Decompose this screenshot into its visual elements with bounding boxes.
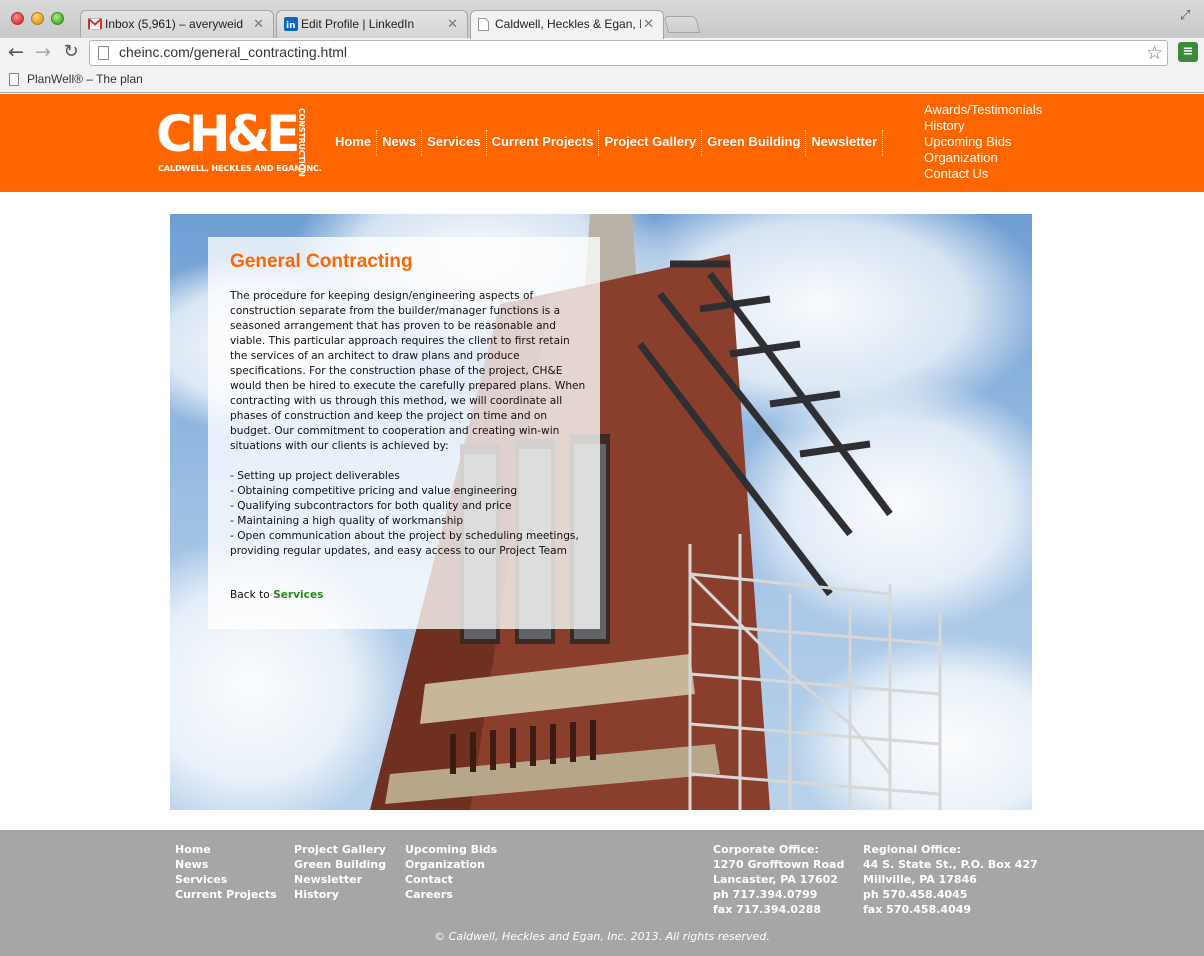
fax-number: fax 570.458.4049 xyxy=(863,903,972,916)
back-arrow-icon[interactable]: ← xyxy=(5,41,27,63)
page-title: General Contracting xyxy=(230,251,413,272)
linkedin-icon: in xyxy=(284,17,298,31)
new-tab-button[interactable] xyxy=(663,16,701,33)
list-item: - Qualifying subcontractors for both qua… xyxy=(230,500,512,512)
tab-close-icon[interactable]: ✕ xyxy=(643,16,654,32)
address-heading: Regional Office: xyxy=(863,843,961,856)
footer-link-green-building[interactable]: Green Building xyxy=(294,857,386,872)
footer-link-news[interactable]: News xyxy=(175,857,277,872)
regional-office-address: Regional Office: 44 S. State St., P.O. B… xyxy=(863,842,1038,917)
logo-mark: CH&E xyxy=(156,105,300,163)
phone-number: ph 570.458.4045 xyxy=(863,888,968,901)
site-footer: Home News Services Current Projects Proj… xyxy=(0,830,1204,956)
page-icon xyxy=(98,46,109,60)
nav-history[interactable]: History xyxy=(924,118,1042,134)
url-text[interactable]: cheinc.com/general_contracting.html xyxy=(119,44,347,60)
content-panel: General Contracting The procedure for ke… xyxy=(208,237,600,629)
page-icon xyxy=(478,18,489,31)
tab-title: Edit Profile | LinkedIn xyxy=(301,17,415,31)
tab-close-icon[interactable]: ✕ xyxy=(447,16,458,32)
browser-tabstrip: Inbox (5,961) – averyweid ✕ in Edit Prof… xyxy=(0,0,1204,39)
nav-project-gallery[interactable]: Project Gallery xyxy=(599,130,703,156)
window-close-button[interactable] xyxy=(11,12,24,25)
services-link[interactable]: Services xyxy=(273,589,323,601)
forward-arrow-icon[interactable]: → xyxy=(32,41,54,63)
bookmark-star-icon[interactable]: ☆ xyxy=(1146,42,1163,64)
list-item: - Maintaining a high quality of workmans… xyxy=(230,515,464,527)
reload-icon[interactable]: ↻ xyxy=(60,41,82,63)
nav-organization[interactable]: Organization xyxy=(924,150,1042,166)
bookmarks-bar: PlanWell® – The plan xyxy=(0,68,1204,93)
back-to-services: Back to Services xyxy=(230,589,323,601)
footer-links-col1: Home News Services Current Projects xyxy=(175,842,277,902)
bookmark-page-icon xyxy=(9,73,19,86)
logo-company-name: CALDWELL, HECKLES AND EGAN INC. xyxy=(158,163,322,173)
nav-upcoming-bids[interactable]: Upcoming Bids xyxy=(924,134,1042,150)
list-item: - Obtaining competitive pricing and valu… xyxy=(230,485,518,497)
footer-link-contact[interactable]: Contact xyxy=(405,872,497,887)
nav-current-projects[interactable]: Current Projects xyxy=(487,130,600,156)
address-line: Lancaster, PA 17602 xyxy=(713,873,838,886)
nav-contact-us[interactable]: Contact Us xyxy=(924,166,1042,182)
logo-construction-label: CONSTRUCTION xyxy=(297,108,306,177)
nav-home[interactable]: Home xyxy=(330,130,378,156)
footer-link-home[interactable]: Home xyxy=(175,842,277,857)
main-nav: Home News Services Current Projects Proj… xyxy=(330,130,884,156)
address-heading: Corporate Office: xyxy=(713,843,819,856)
window-zoom-button[interactable] xyxy=(51,12,64,25)
bookmark-planwell[interactable]: PlanWell® – The plan xyxy=(27,72,142,86)
nav-news[interactable]: News xyxy=(377,130,423,156)
address-line: 44 S. State St., P.O. Box 427 xyxy=(863,858,1038,871)
browser-tab-gmail[interactable]: Inbox (5,961) – averyweid ✕ xyxy=(80,10,274,38)
browser-tab-linkedin[interactable]: in Edit Profile | LinkedIn ✕ xyxy=(276,10,468,38)
address-line: 1270 Grofftown Road xyxy=(713,858,845,871)
back-prefix: Back to xyxy=(230,589,270,601)
tab-title: Inbox (5,961) – averyweid xyxy=(105,17,244,31)
nav-newsletter[interactable]: Newsletter xyxy=(806,130,884,156)
address-bar[interactable]: cheinc.com/general_contracting.html ☆ xyxy=(89,40,1168,66)
secondary-nav: Awards/Testimonials History Upcoming Bid… xyxy=(924,102,1042,182)
corporate-office-address: Corporate Office: 1270 Grofftown Road La… xyxy=(713,842,844,917)
footer-link-current-projects[interactable]: Current Projects xyxy=(175,887,277,902)
content-body: The procedure for keeping design/enginee… xyxy=(230,289,590,559)
svg-text:in: in xyxy=(286,21,296,31)
footer-link-upcoming-bids[interactable]: Upcoming Bids xyxy=(405,842,497,857)
footer-links-col2: Project Gallery Green Building Newslette… xyxy=(294,842,386,902)
address-line: Millville, PA 17846 xyxy=(863,873,977,886)
che-logo[interactable]: CH&E CONSTRUCTION CALDWELL, HECKLES AND … xyxy=(156,105,322,178)
copyright-text: © Caldwell, Heckles and Egan, Inc. 2013.… xyxy=(434,930,770,943)
intro-paragraph: The procedure for keeping design/enginee… xyxy=(230,290,586,452)
gmail-icon xyxy=(88,18,102,30)
window-minimize-button[interactable] xyxy=(31,12,44,25)
list-item: - Open communication about the project b… xyxy=(230,530,579,557)
footer-link-history[interactable]: History xyxy=(294,887,386,902)
extension-icon[interactable]: ≡ xyxy=(1178,42,1198,62)
footer-link-project-gallery[interactable]: Project Gallery xyxy=(294,842,386,857)
tab-close-icon[interactable]: ✕ xyxy=(253,16,264,32)
nav-awards-testimonials[interactable]: Awards/Testimonials xyxy=(924,102,1042,118)
tab-title: Caldwell, Heckles & Egan, I xyxy=(495,17,641,31)
site-header: CH&E CONSTRUCTION CALDWELL, HECKLES AND … xyxy=(0,94,1204,192)
footer-links-col3: Upcoming Bids Organization Contact Caree… xyxy=(405,842,497,902)
footer-link-services[interactable]: Services xyxy=(175,872,277,887)
nav-green-building[interactable]: Green Building xyxy=(702,130,807,156)
fullscreen-icon[interactable]: ⤢ xyxy=(1180,8,1194,23)
fax-number: fax 717.394.0288 xyxy=(713,903,822,916)
footer-link-newsletter[interactable]: Newsletter xyxy=(294,872,386,887)
footer-link-organization[interactable]: Organization xyxy=(405,857,497,872)
list-item: - Setting up project deliverables xyxy=(230,470,400,482)
browser-toolbar: ← → ↻ cheinc.com/general_contracting.htm… xyxy=(0,38,1204,68)
nav-services[interactable]: Services xyxy=(422,130,487,156)
browser-tab-che[interactable]: Caldwell, Heckles & Egan, I ✕ xyxy=(470,10,664,39)
footer-link-careers[interactable]: Careers xyxy=(405,887,497,902)
phone-number: ph 717.394.0799 xyxy=(713,888,818,901)
